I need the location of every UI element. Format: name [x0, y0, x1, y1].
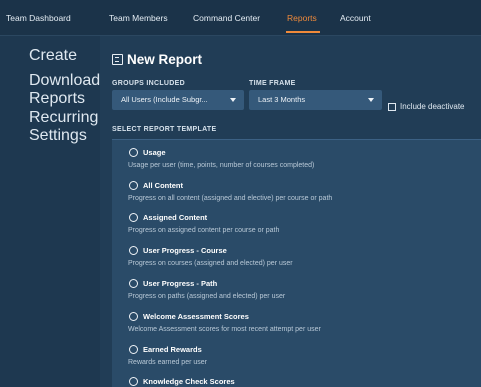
top-nav: Team Dashboard Team Members Command Cent…: [0, 0, 481, 36]
radio-icon[interactable]: [129, 148, 138, 157]
sidebar-item-downloaded-reports[interactable]: Downloaded Reports: [29, 72, 118, 108]
option-title: Welcome Assessment Scores: [143, 312, 249, 321]
tab-command-center[interactable]: Command Center: [193, 13, 260, 23]
include-deactivated-checkbox[interactable]: [388, 103, 396, 111]
active-tab-indicator: [286, 31, 320, 33]
radio-icon[interactable]: [129, 181, 138, 190]
radio-icon[interactable]: [129, 345, 138, 354]
tab-reports[interactable]: Reports: [287, 13, 317, 23]
radio-icon[interactable]: [129, 312, 138, 321]
tab-account[interactable]: Account: [340, 13, 371, 23]
option-title: Earned Rewards: [143, 345, 202, 354]
template-label: SELECT REPORT TEMPLATE: [112, 126, 217, 133]
radio-icon[interactable]: [129, 213, 138, 222]
timeframe-select-value: Last 3 Months: [258, 95, 306, 104]
groups-label: GROUPS INCLUDED: [112, 80, 185, 87]
tab-team-dashboard[interactable]: Team Dashboard: [6, 13, 71, 23]
groups-select-value: All Users (Include Subgr...: [121, 95, 208, 104]
option-description: Welcome Assessment scores for most recen…: [128, 326, 321, 333]
option-description: Progress on paths (assigned and elected)…: [128, 293, 286, 300]
groups-select[interactable]: All Users (Include Subgr...: [112, 90, 244, 110]
report-icon: [112, 54, 123, 65]
option-title: User Progress - Course: [143, 246, 227, 255]
include-deactivated-label: Include deactivate: [400, 102, 465, 111]
option-description: Progress on assigned content per course …: [128, 227, 280, 234]
radio-icon[interactable]: [129, 279, 138, 288]
page-title: New Report: [127, 52, 203, 67]
option-description: Progress on all content (assigned and el…: [128, 195, 333, 202]
option-description: Progress on courses (assigned and electe…: [128, 260, 293, 267]
sidebar-item-create[interactable]: Create: [29, 47, 77, 65]
option-title: Knowledge Check Scores: [143, 377, 235, 386]
option-description: Usage per user (time, points, number of …: [128, 162, 315, 169]
option-title: Assigned Content: [143, 213, 208, 222]
option-title: User Progress - Path: [143, 279, 218, 288]
radio-icon[interactable]: [129, 246, 138, 255]
option-title: All Content: [143, 181, 183, 190]
chevron-down-icon: [230, 98, 236, 102]
tab-team-members[interactable]: Team Members: [109, 13, 168, 23]
option-title: Usage: [143, 148, 166, 157]
radio-icon[interactable]: [129, 377, 138, 386]
timeframe-label: TIME FRAME: [249, 80, 296, 87]
option-description: Rewards earned per user: [128, 359, 207, 366]
sidebar-item-recurring-settings[interactable]: Recurring Settings: [29, 109, 98, 145]
timeframe-select[interactable]: Last 3 Months: [249, 90, 382, 110]
chevron-down-icon: [368, 98, 374, 102]
